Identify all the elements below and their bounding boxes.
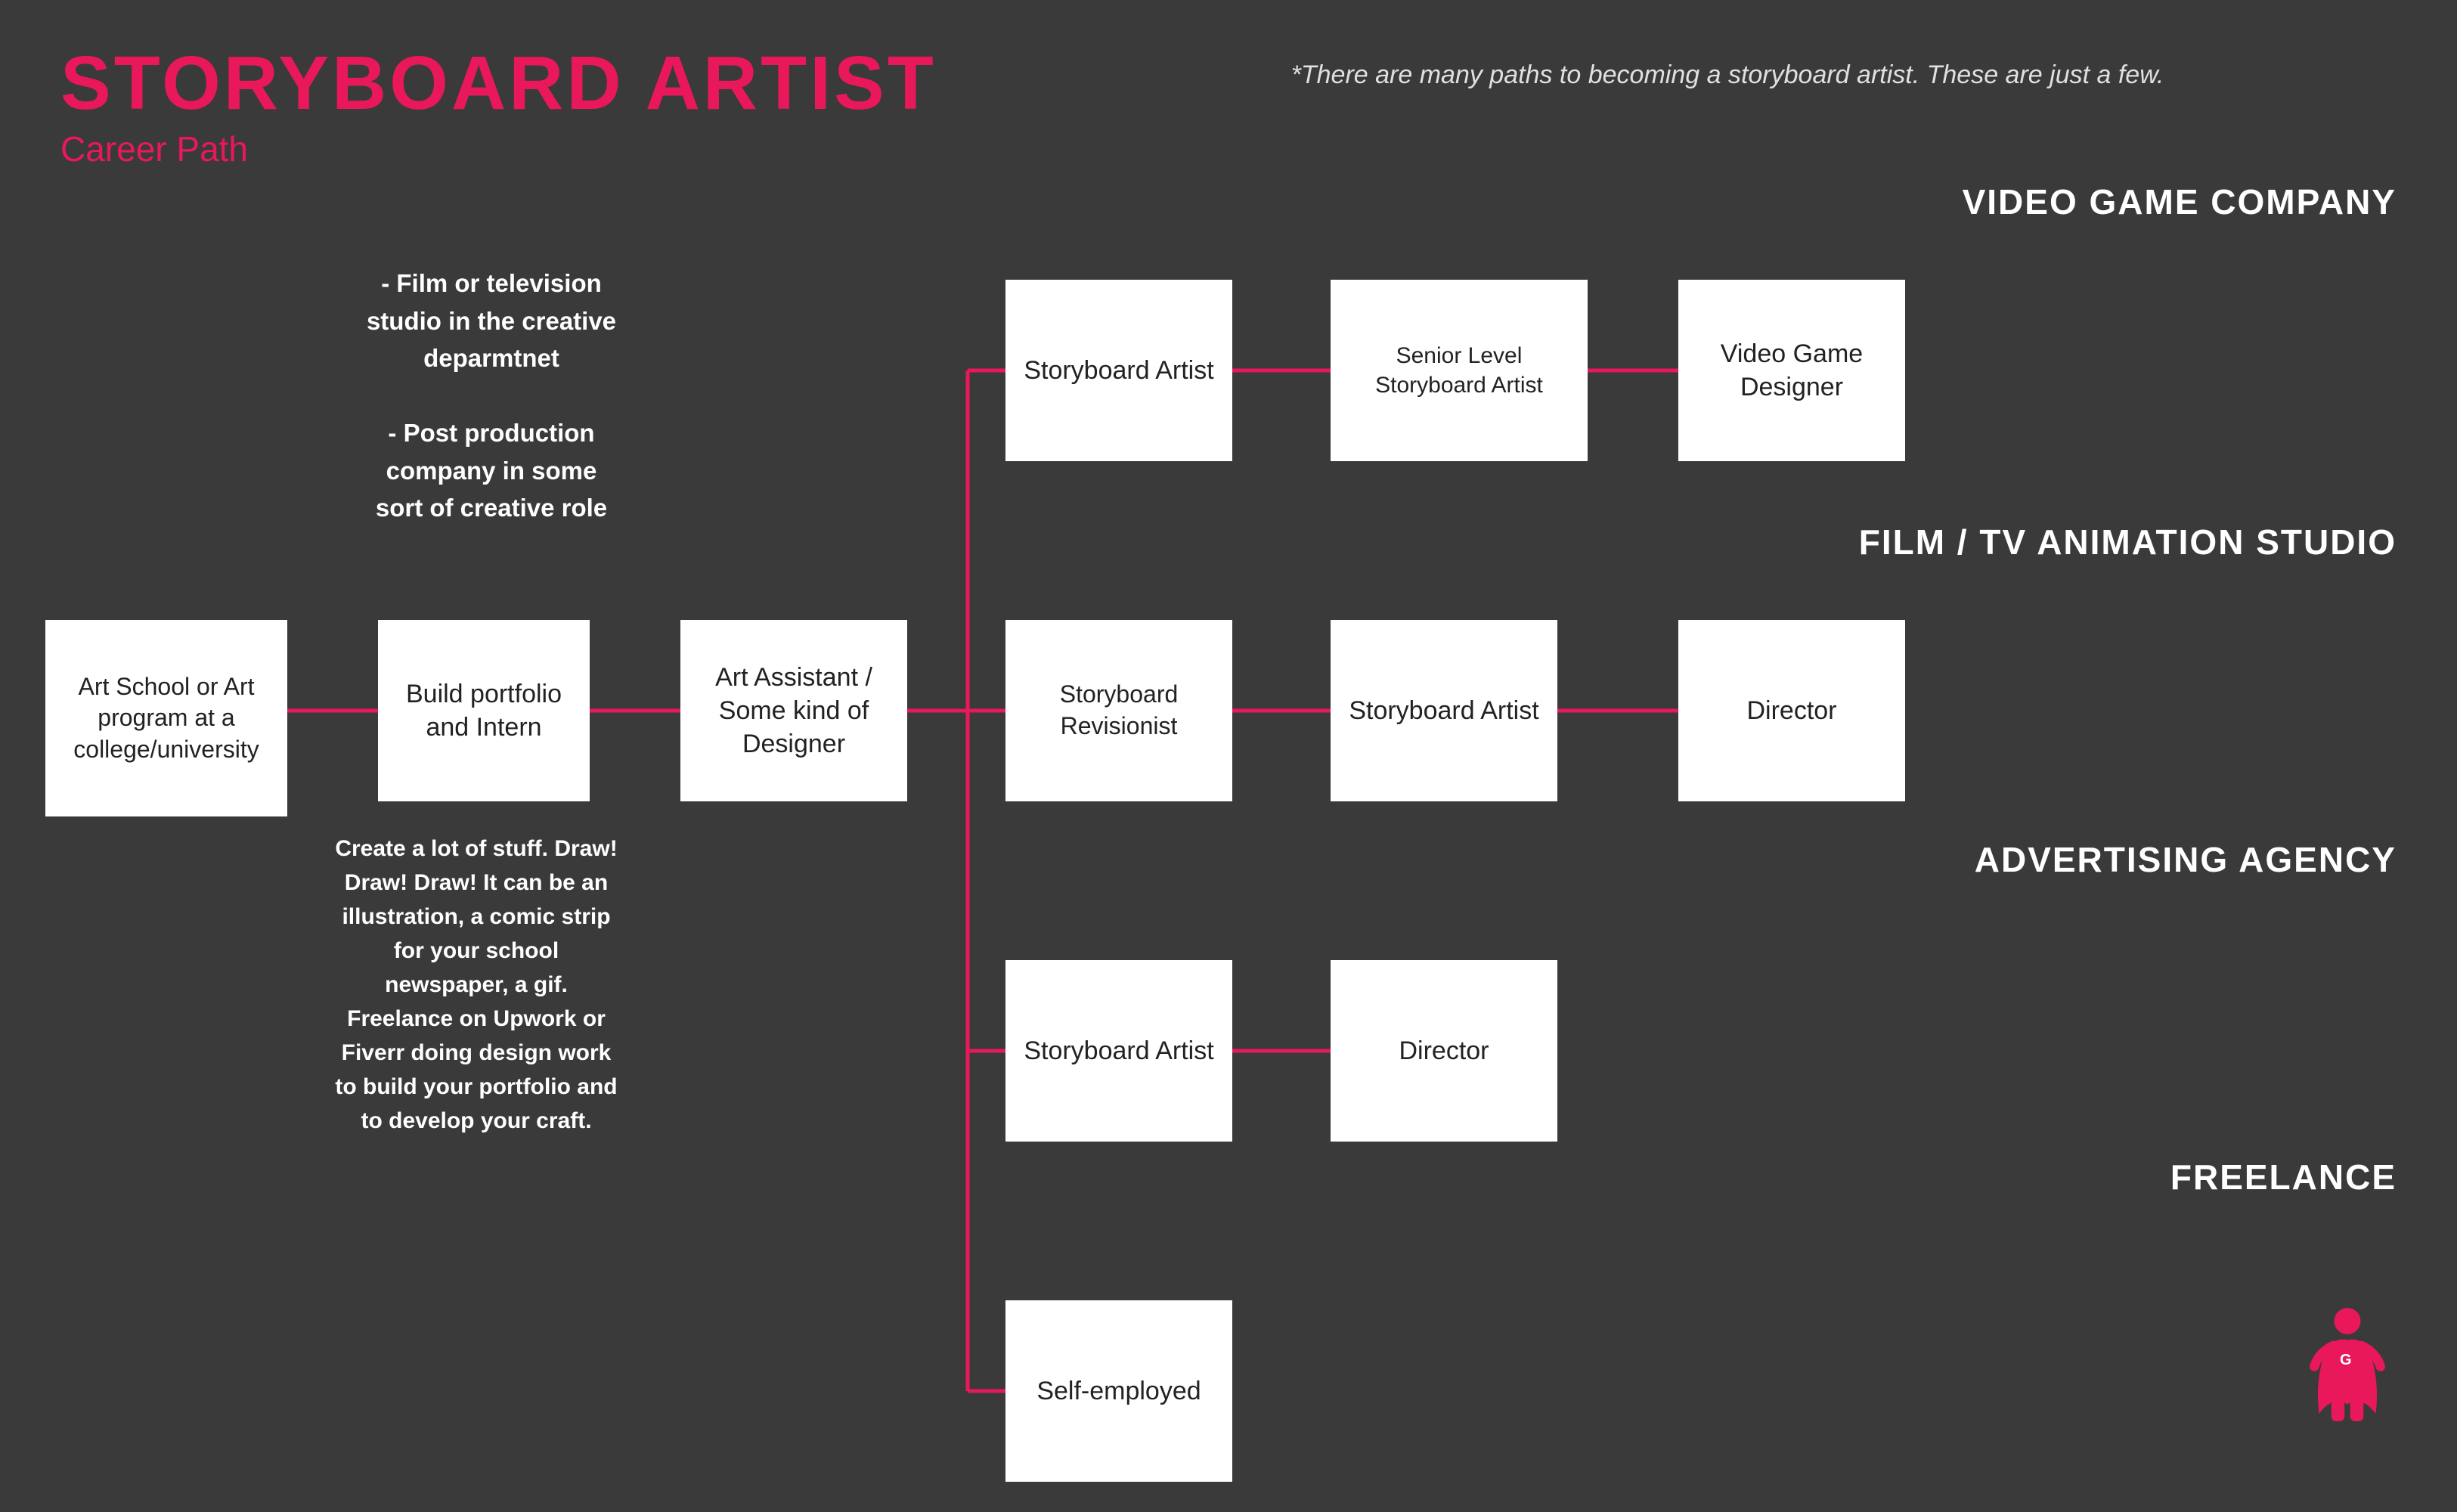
director-adv-box: Director bbox=[1331, 960, 1557, 1142]
sb-artist-vg-box: Storyboard Artist bbox=[1005, 280, 1232, 461]
superhero-icon: G bbox=[2298, 1300, 2397, 1452]
annotation-create-stuff: Create a lot of stuff. Draw! Draw! Draw!… bbox=[333, 832, 620, 1138]
section-film-tv: FILM / TV ANIMATION STUDIO bbox=[1859, 522, 2397, 562]
art-assistant-box: Art Assistant / Some kind of Designer bbox=[680, 620, 907, 801]
senior-sb-box: Senior Level Storyboard Artist bbox=[1331, 280, 1588, 461]
director-film-box: Director bbox=[1678, 620, 1905, 801]
video-game-designer-box: Video Game Designer bbox=[1678, 280, 1905, 461]
build-portfolio-box: Build portfolio and Intern bbox=[378, 620, 590, 801]
sb-artist-film-box: Storyboard Artist bbox=[1331, 620, 1557, 801]
page-title: STORYBOARD ARTIST bbox=[60, 45, 937, 121]
svg-text:G: G bbox=[2340, 1352, 2352, 1368]
annotation-film-note: - Film or television studio in the creat… bbox=[363, 265, 620, 527]
art-school-box: Art School or Art program at a college/u… bbox=[45, 620, 287, 816]
header: STORYBOARD ARTIST Career Path bbox=[60, 45, 937, 169]
sb-revisionist-box: Storyboard Revisionist bbox=[1005, 620, 1232, 801]
self-employed-box: Self-employed bbox=[1005, 1300, 1232, 1482]
page-subtitle: Career Path bbox=[60, 129, 937, 169]
sb-artist-adv-box: Storyboard Artist bbox=[1005, 960, 1232, 1142]
section-video-game: VIDEO GAME COMPANY bbox=[1963, 181, 2397, 222]
page: STORYBOARD ARTIST Career Path *There are… bbox=[0, 0, 2457, 1512]
disclaimer-text: *There are many paths to becoming a stor… bbox=[1058, 60, 2397, 90]
section-freelance: FREELANCE bbox=[2170, 1157, 2397, 1198]
section-advertising: ADVERTISING AGENCY bbox=[1975, 839, 2397, 880]
